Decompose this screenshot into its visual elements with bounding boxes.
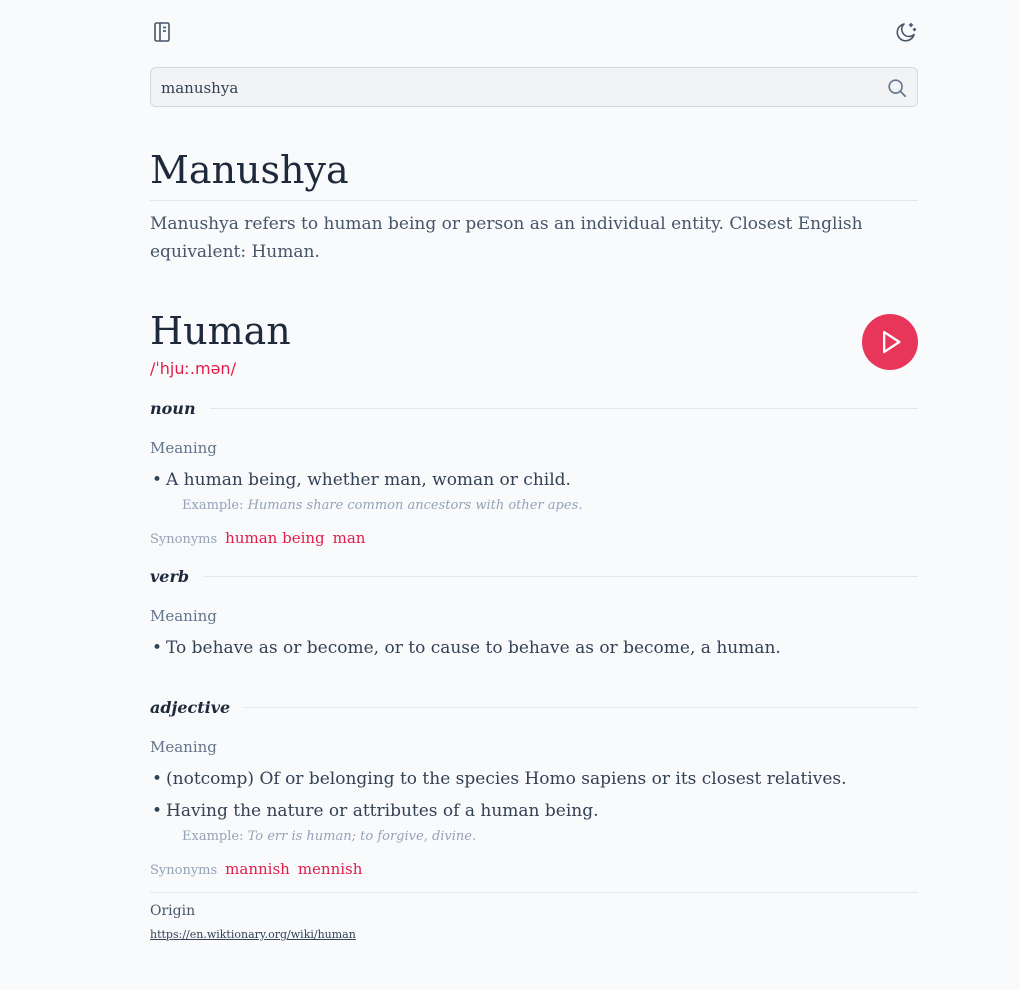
pos-heading-verb: verb (150, 567, 918, 586)
meaning-label: Meaning (150, 607, 217, 625)
divider (203, 576, 918, 577)
definition-example: Example: To err is human; to forgive, di… (182, 829, 477, 844)
search-bar (150, 67, 918, 108)
entry-header: Human /ˈhjuː.mən/ (150, 309, 918, 381)
play-icon (883, 330, 901, 354)
dictionary-page: Manushya Manushya refers to human being … (150, 0, 918, 942)
pos-label: noun (150, 399, 196, 418)
definition-item: • Having the nature or attributes of a hu… (152, 801, 599, 821)
phonetic: /ˈhjuː.mən/ (150, 359, 236, 378)
search-icon[interactable] (886, 77, 908, 99)
entry-word: Human (150, 309, 291, 353)
divider (244, 707, 918, 708)
search-input[interactable] (159, 68, 863, 108)
origin-label: Origin (150, 903, 196, 919)
definition-item: • To behave as or become, or to cause to … (152, 638, 781, 658)
divider (209, 408, 918, 409)
definition-item: • A human being, whether man, woman or ch… (152, 470, 571, 490)
definition-item: • (notcomp) Of or belonging to the specie… (152, 769, 847, 789)
synonym-link[interactable]: human being (225, 529, 324, 547)
definition-example: Example: Humans share common ancestors w… (182, 498, 583, 513)
synonyms-row: Synonyms mannish mennish (150, 860, 363, 878)
play-audio-button[interactable] (862, 314, 918, 370)
moon-icon[interactable] (894, 20, 918, 44)
divider (150, 200, 918, 201)
pos-label: adjective (150, 698, 231, 717)
synonym-link[interactable]: mannish (225, 860, 290, 878)
pos-heading-noun: noun (150, 399, 918, 418)
word-description: Manushya refers to human being or person… (150, 214, 863, 262)
meaning-label: Meaning (150, 738, 217, 756)
synonym-link[interactable]: man (333, 529, 366, 547)
divider (150, 892, 918, 893)
synonym-link[interactable]: mennish (298, 860, 363, 878)
origin-link[interactable]: https://en.wiktionary.org/wiki/human (150, 928, 356, 941)
top-bar (150, 0, 918, 67)
book-icon[interactable] (150, 20, 174, 44)
synonyms-row: Synonyms human being man (150, 529, 366, 547)
pos-heading-adjective: adjective (150, 698, 918, 717)
page-title: Manushya (150, 148, 349, 192)
meaning-label: Meaning (150, 439, 217, 457)
pos-label: verb (150, 567, 190, 586)
